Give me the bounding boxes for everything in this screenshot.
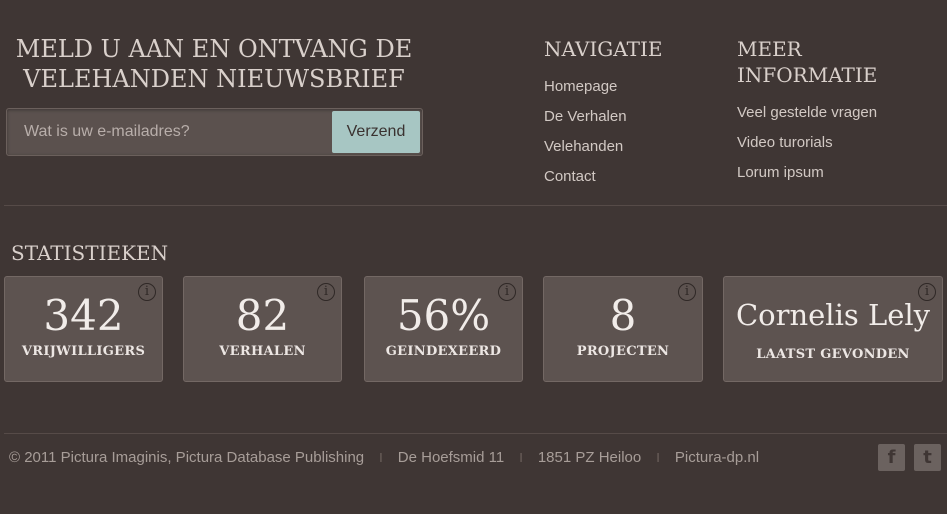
submit-button[interactable]: Verzend — [332, 111, 420, 153]
statistics-title: STATISTIEKEN — [11, 241, 169, 265]
footer-separator: I — [656, 450, 660, 465]
stat-value: 342 — [43, 291, 124, 340]
newsletter-section: MELD U AAN EN ONTVANG DE VELEHANDEN NIEU… — [6, 34, 423, 156]
footer-postcode: 1851 PZ Heiloo — [537, 449, 642, 466]
footer-address: De Hoefsmid 11 — [397, 449, 505, 466]
twitter-icon[interactable]: t — [914, 444, 941, 471]
info-link-video-tutorials[interactable]: Video turorials — [737, 128, 947, 158]
footer-separator: I — [519, 450, 523, 465]
stat-label: PROJECTEN — [576, 344, 670, 359]
info-icon[interactable]: i — [678, 283, 696, 301]
divider-top — [4, 205, 947, 206]
stat-label: VERHALEN — [219, 344, 306, 359]
nav-link-homepage[interactable]: Homepage — [544, 72, 662, 102]
stat-value: Cornelis Lely — [735, 298, 931, 332]
newsletter-title: MELD U AAN EN ONTVANG DE VELEHANDEN NIEU… — [6, 34, 422, 94]
info-link-lorum-ipsum[interactable]: Lorum ipsum — [737, 158, 947, 188]
footer-separator: I — [379, 450, 383, 465]
stat-value: 8 — [609, 291, 637, 340]
stat-value: 82 — [235, 291, 290, 340]
footer-website-link[interactable]: Pictura-dp.nl — [675, 449, 759, 466]
stat-label: LAATST GEVONDEN — [756, 347, 910, 362]
newsletter-form: Verzend — [6, 108, 423, 156]
stat-label: GEINDEXEERD — [385, 344, 502, 359]
more-info-title: MEER INFORMATIE — [737, 37, 878, 87]
more-info-column: MEER INFORMATIE Veel gestelde vragen Vid… — [737, 36, 947, 188]
stat-card-stories: 82 VERHALEN i — [183, 276, 342, 382]
info-link-faq[interactable]: Veel gestelde vragen — [737, 98, 947, 128]
stat-card-last-found: Cornelis Lely LAATST GEVONDEN i — [723, 276, 943, 382]
stat-label: VRIJWILLIGERS — [21, 344, 146, 359]
nav-link-contact[interactable]: Contact — [544, 162, 662, 192]
info-icon[interactable]: i — [138, 283, 156, 301]
stat-card-indexed: 56% GEINDEXEERD i — [364, 276, 523, 382]
newsletter-title-line2: VELEHANDEN NIEUWSBRIEF — [23, 65, 405, 93]
nav-link-de-verhalen[interactable]: De Verhalen — [544, 102, 662, 132]
navigation-column: NAVIGATIE Homepage De Verhalen Velehande… — [544, 36, 662, 192]
nav-link-velehanden[interactable]: Velehanden — [544, 132, 662, 162]
stat-card-volunteers: 342 VRIJWILLIGERS i — [4, 276, 163, 382]
facebook-icon[interactable]: f — [878, 444, 905, 471]
email-input[interactable] — [7, 109, 327, 155]
footer: © 2011 Pictura Imaginis, Pictura Databas… — [9, 449, 759, 466]
newsletter-title-line1: MELD U AAN EN ONTVANG DE — [15, 35, 413, 63]
stat-card-projects: 8 PROJECTEN i — [543, 276, 703, 382]
navigation-title: NAVIGATIE — [544, 37, 663, 61]
info-icon[interactable]: i — [317, 283, 335, 301]
divider-bottom — [4, 433, 947, 434]
info-icon[interactable]: i — [498, 283, 516, 301]
stat-value: 56% — [396, 291, 491, 340]
info-icon[interactable]: i — [918, 283, 936, 301]
footer-copyright: © 2011 Pictura Imaginis, Pictura Databas… — [9, 449, 365, 466]
